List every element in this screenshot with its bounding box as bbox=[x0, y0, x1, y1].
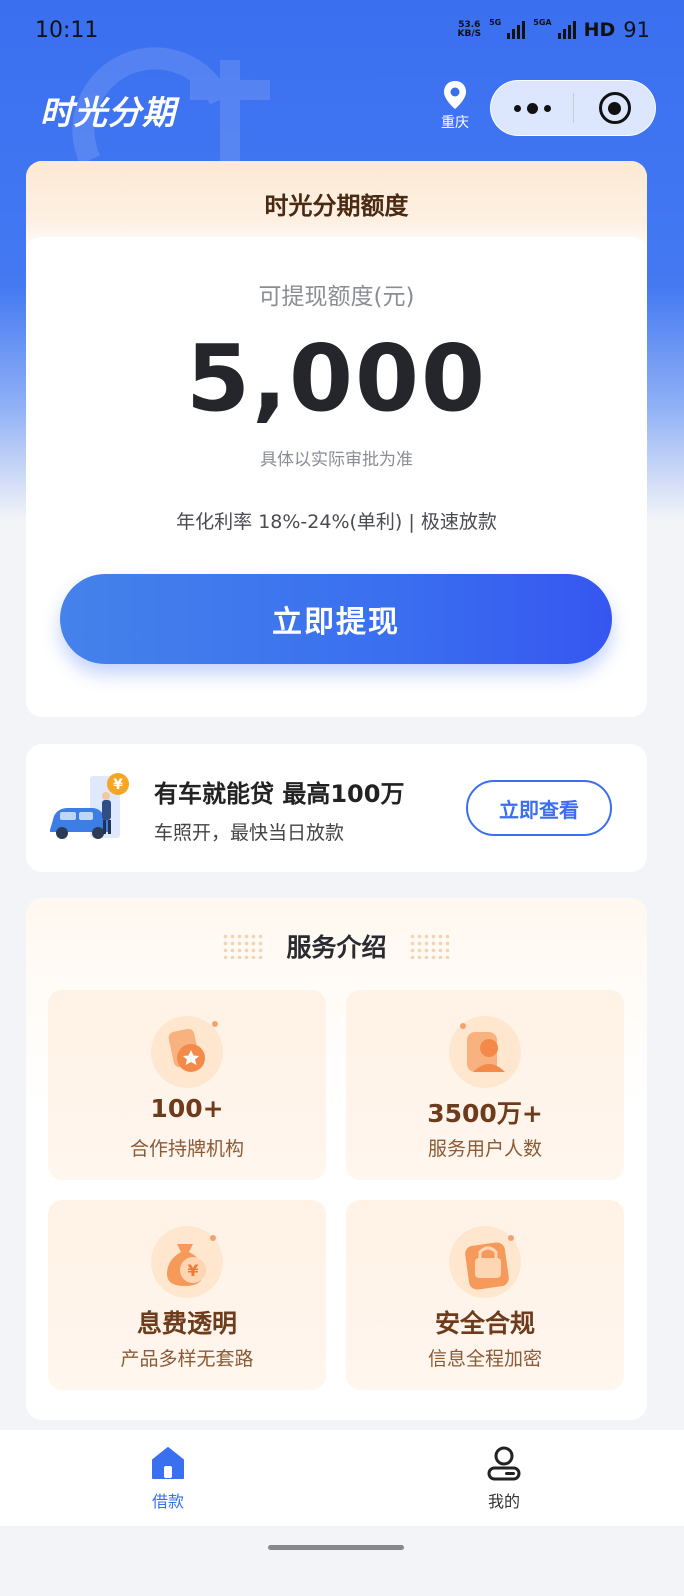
service-title-row: 服务介绍 bbox=[26, 928, 647, 964]
mini-program-capsule bbox=[490, 80, 656, 136]
location-selector[interactable]: 重庆 bbox=[436, 80, 474, 132]
location-pin-icon bbox=[444, 81, 466, 109]
tile-desc: 服务用户人数 bbox=[427, 1138, 542, 1160]
service-tile-users: 3500万+ 服务用户人数 bbox=[346, 990, 624, 1180]
profile-icon bbox=[487, 1446, 521, 1481]
location-label: 重庆 bbox=[441, 115, 469, 131]
lock-icon bbox=[449, 1226, 521, 1298]
bottom-nav: 借款 我的 bbox=[0, 1430, 684, 1526]
service-tile-security: 安全合规 信息全程加密 bbox=[346, 1200, 624, 1390]
network-speed: 53.6 KB/S bbox=[458, 21, 482, 39]
status-bar: 10:11 53.6 KB/S 5G 5GA HD 91 bbox=[0, 0, 684, 64]
tile-value: 息费透明 bbox=[136, 1309, 237, 1338]
service-title: 服务介绍 bbox=[286, 933, 387, 962]
home-indicator[interactable] bbox=[268, 1545, 404, 1550]
service-intro-section: 服务介绍 100+ 合作持牌机构 3500万+ 服务用户人数 ¥ 息费透明 产品… bbox=[26, 898, 647, 1420]
car-loan-card[interactable]: ¥ 有车就能贷 最高100万 车照开，最快当日放款 立即查看 bbox=[26, 744, 647, 872]
service-tile-institutions: 100+ 合作持牌机构 bbox=[48, 990, 326, 1180]
home-icon bbox=[152, 1447, 184, 1479]
signal-icon bbox=[507, 21, 526, 39]
tile-desc: 合作持牌机构 bbox=[129, 1138, 244, 1160]
badge-yen-symbol: ¥ bbox=[113, 777, 123, 793]
nav-item-loan[interactable]: 借款 bbox=[128, 1444, 208, 1512]
rate-line: 年化利率 18%-24%(单利) | 极速放款 bbox=[176, 511, 497, 533]
app-title: 时光分期 bbox=[40, 93, 176, 132]
service-tile-transparent: ¥ 息费透明 产品多样无套路 bbox=[48, 1200, 326, 1390]
svg-text:¥: ¥ bbox=[187, 1261, 198, 1280]
withdraw-button[interactable]: 立即提现 bbox=[60, 574, 612, 664]
nav-label-mine: 我的 bbox=[487, 1492, 520, 1511]
amount-value: 5,000 bbox=[185, 325, 487, 432]
car-loan-title: 有车就能贷 最高100万 bbox=[154, 780, 405, 808]
signal1-label: 5G bbox=[489, 17, 502, 27]
license-badge-icon bbox=[151, 1016, 223, 1088]
nav-item-mine[interactable]: 我的 bbox=[464, 1444, 544, 1512]
system-home-bar bbox=[0, 1526, 684, 1596]
money-bag-icon: ¥ bbox=[151, 1226, 223, 1298]
tile-value: 100+ bbox=[150, 1094, 224, 1123]
status-icons: 53.6 KB/S 5G 5GA HD 91 bbox=[458, 17, 651, 43]
decor-dots-right bbox=[408, 933, 451, 959]
nav-label-loan: 借款 bbox=[151, 1492, 184, 1511]
tile-desc: 产品多样无套路 bbox=[120, 1348, 254, 1370]
hd-indicator: HD bbox=[583, 19, 616, 41]
battery-level: 91 bbox=[623, 18, 650, 42]
user-icon bbox=[449, 1016, 521, 1088]
signal-icon-2 bbox=[557, 21, 576, 39]
net-speed-unit: KB/S bbox=[457, 29, 482, 39]
amount-note: 具体以实际审批为准 bbox=[260, 450, 413, 470]
car-loan-subtitle: 车照开，最快当日放款 bbox=[154, 822, 345, 844]
more-dots-icon[interactable] bbox=[491, 80, 573, 136]
target-icon[interactable] bbox=[574, 80, 655, 136]
credit-card: 时光分期额度 可提现额度(元) 5,000 具体以实际审批为准 年化利率 18%… bbox=[26, 161, 647, 717]
amount-label: 可提现额度(元) bbox=[258, 284, 415, 310]
credit-body: 可提现额度(元) 5,000 具体以实际审批为准 年化利率 18%-24%(单利… bbox=[26, 237, 647, 717]
tile-desc: 信息全程加密 bbox=[427, 1348, 542, 1370]
tile-value: 安全合规 bbox=[434, 1309, 535, 1338]
view-now-button[interactable]: 立即查看 bbox=[466, 780, 612, 836]
tile-value: 3500万+ bbox=[427, 1099, 543, 1128]
decor-dots-left bbox=[222, 933, 265, 959]
car-loan-illustration: ¥ bbox=[50, 773, 129, 839]
signal2-label: 5GA bbox=[533, 17, 552, 27]
status-time: 10:11 bbox=[35, 18, 99, 43]
